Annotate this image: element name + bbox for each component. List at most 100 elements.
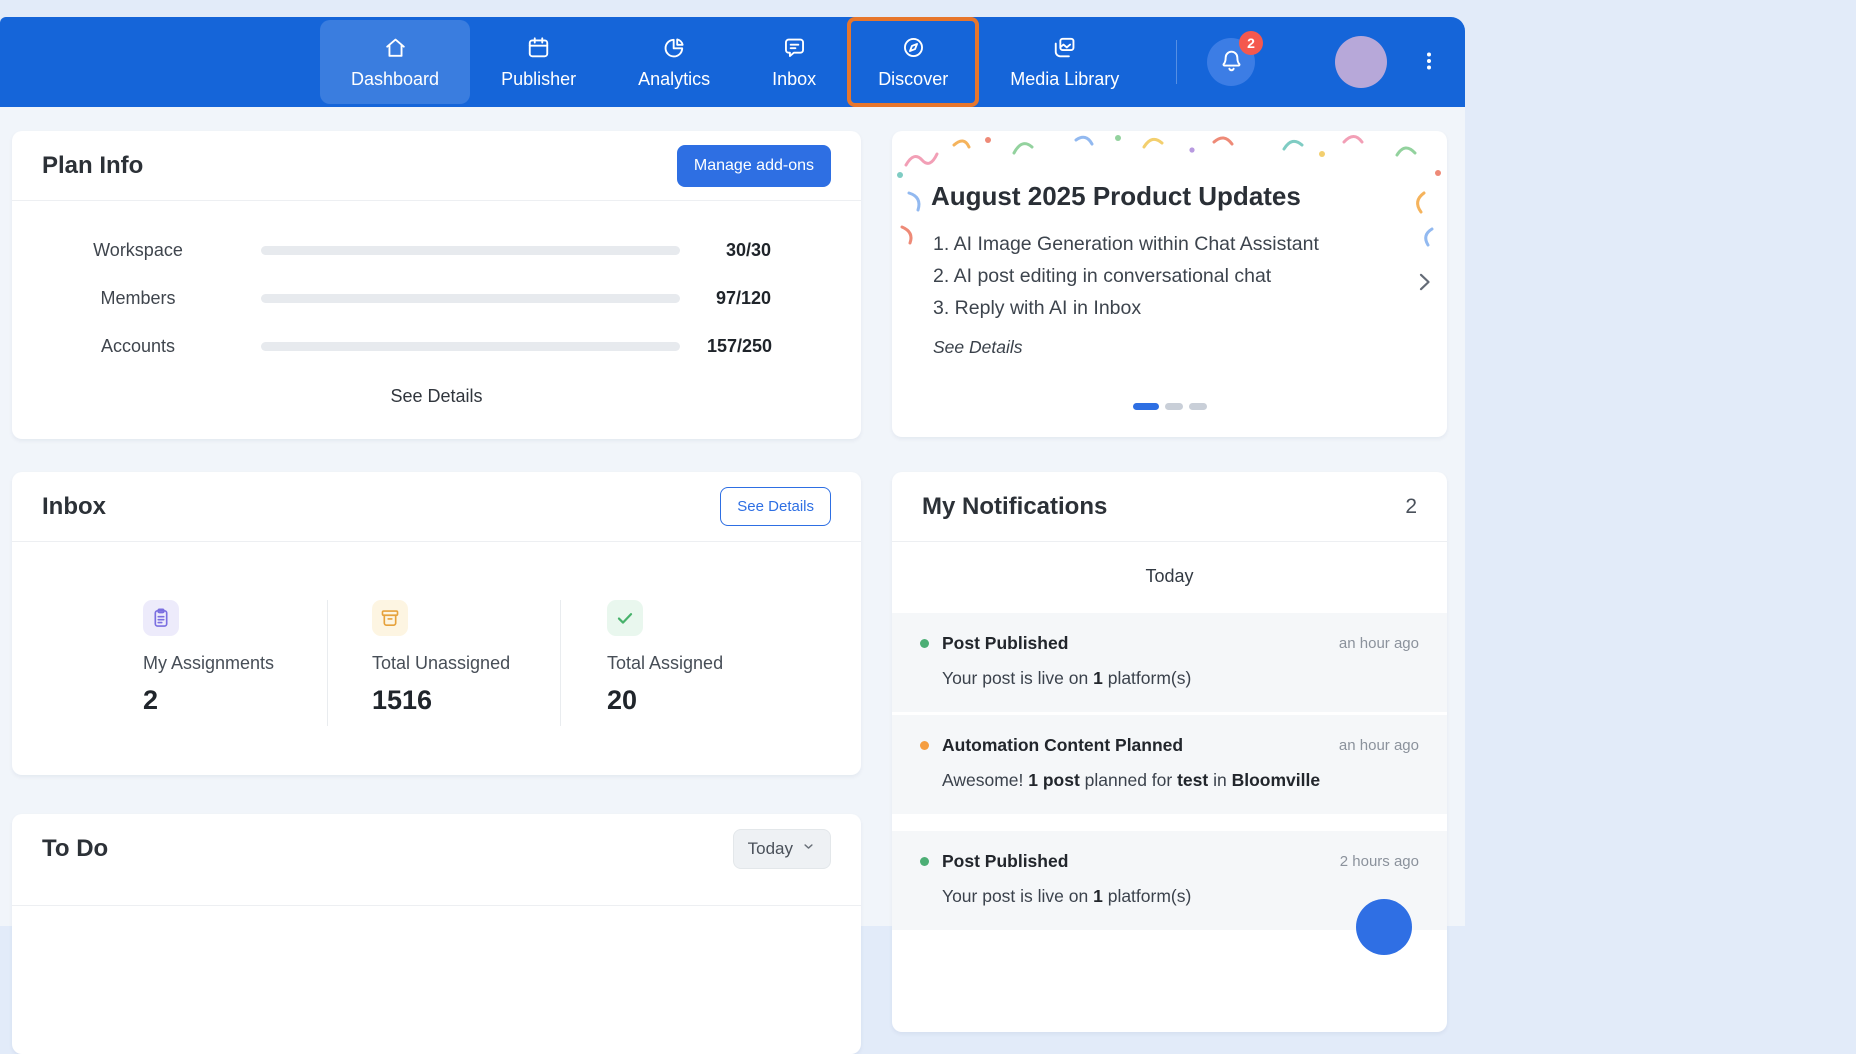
notification-item[interactable]: Post Published an hour ago Your post is li… — [892, 613, 1447, 712]
nav-item-label: Media Library — [1010, 68, 1120, 89]
usage-progress-bar — [261, 245, 680, 255]
notification-body-text: platform(s) — [1102, 886, 1192, 906]
usage-progress-bar — [261, 293, 680, 303]
carousel-next-button[interactable] — [1411, 269, 1437, 298]
plan-row-label: Workspace — [93, 239, 183, 260]
stat-value: 1516 — [372, 685, 433, 715]
carousel-dot[interactable] — [1132, 403, 1159, 410]
notification-body-text: Awesome! — [942, 770, 1029, 790]
nav-item-publisher[interactable]: Publisher — [470, 20, 607, 104]
notification-time: an hour ago — [1338, 635, 1419, 652]
navbar-right-controls: 2 — [1176, 17, 1445, 107]
inbox-stat-my-assignments: My Assignments 2 — [12, 600, 328, 726]
nav-item-analytics[interactable]: Analytics — [607, 20, 741, 104]
plan-info-card: Plan Info Manage add-ons Workspace 30/30 M… — [12, 131, 861, 439]
notifications-list: Post Published an hour ago Your post is li… — [892, 613, 1447, 930]
media-icon — [1052, 35, 1077, 60]
notification-title: Automation Content Planned — [942, 735, 1184, 755]
manage-addons-button[interactable]: Manage add-ons — [676, 144, 831, 187]
notification-body: Your post is live on 1 platform(s) — [920, 666, 1419, 690]
navbar-divider — [1176, 40, 1177, 84]
notifications-group-label: Today — [892, 542, 1447, 613]
status-dot-icon — [920, 857, 929, 866]
notifications-bell-button[interactable]: 2 — [1207, 31, 1263, 86]
inbox-stat-total-unassigned: Total Unassigned 1516 — [328, 600, 561, 726]
chevron-right-icon — [1411, 273, 1437, 298]
notification-body-text: Your post is live on — [942, 886, 1094, 906]
inbox-stat-total-assigned: Total Assigned 20 — [561, 600, 861, 726]
top-navbar: Dashboard Publisher Analytics Inbox Discover… — [0, 17, 1465, 107]
notification-title: Post Published — [942, 851, 1069, 871]
plan-info-header: Plan Info Manage add-ons — [12, 131, 861, 201]
inbox-stats: My Assignments 2 Total Unassigned 1516 Total… — [12, 542, 861, 726]
carousel-dots — [892, 403, 1447, 410]
nav-item-label: Inbox — [772, 68, 817, 89]
nav-item-inbox[interactable]: Inbox — [741, 20, 847, 104]
todo-card: To Do Today — [12, 814, 861, 1054]
inbox-chat-icon — [782, 35, 807, 60]
kebab-menu-button[interactable] — [1413, 45, 1445, 80]
user-avatar[interactable] — [1335, 36, 1387, 88]
kebab-icon — [1417, 52, 1441, 76]
plan-row-value: 30/30 — [725, 239, 771, 260]
carousel-dot[interactable] — [1188, 403, 1207, 410]
plan-row-value: 157/250 — [707, 335, 773, 356]
compass-icon — [901, 35, 926, 60]
notification-head: Automation Content Planned an hour ago — [920, 735, 1419, 756]
bell-icon — [1218, 47, 1245, 77]
todo-filter-label: Today — [747, 838, 793, 858]
inbox-header: Inbox See Details — [12, 472, 861, 542]
plan-row-value: 97/120 — [715, 287, 771, 308]
plan-info-title: Plan Info — [42, 151, 144, 179]
notification-head: Post Published an hour ago — [920, 633, 1419, 654]
status-dot-icon — [920, 741, 929, 750]
nav-item-discover[interactable]: Discover — [847, 17, 980, 107]
main-nav: Dashboard Publisher Analytics Inbox Discover… — [320, 17, 1150, 107]
nav-item-label: Discover — [878, 68, 949, 89]
chevron-down-icon — [801, 839, 816, 859]
plan-row-label: Members — [100, 287, 176, 308]
notification-body-bold: 1 — [1093, 886, 1103, 906]
check-icon — [607, 600, 643, 636]
analytics-icon — [662, 35, 687, 60]
plan-usage-row: Accounts 157/250 — [12, 322, 861, 370]
nav-item-label: Analytics — [638, 68, 711, 89]
stat-value: 2 — [143, 685, 159, 715]
notification-body-text: platform(s) — [1102, 668, 1192, 688]
inbox-card: Inbox See Details My Assignments 2 Total U… — [12, 472, 861, 775]
notification-body-bold: 1 — [1093, 668, 1103, 688]
notification-body-text: in — [1208, 770, 1232, 790]
notification-body: Awesome! 1 post planned for test in Bloo… — [920, 768, 1419, 792]
status-dot-icon — [920, 639, 929, 648]
updates-see-details-link[interactable]: See Details — [933, 337, 1023, 358]
clipboard-icon — [143, 600, 179, 636]
home-icon — [383, 35, 408, 60]
notification-badge: 2 — [1239, 31, 1263, 55]
inbox-see-details-button[interactable]: See Details — [720, 487, 831, 526]
nav-item-label: Dashboard — [351, 68, 440, 89]
stat-label: Total Unassigned — [372, 653, 511, 673]
usage-progress-bar — [261, 341, 680, 351]
nav-item-dashboard[interactable]: Dashboard — [320, 20, 471, 104]
notification-item[interactable]: Automation Content Planned an hour ago Awe… — [892, 715, 1447, 814]
notification-body-bold: Bloomville — [1231, 770, 1321, 790]
inbox-title: Inbox — [42, 492, 106, 520]
product-updates-card: August 2025 Product Updates 1. AI Image … — [892, 131, 1447, 437]
product-update-item: 2. AI post editing in conversational cha… — [933, 265, 1272, 287]
plan-row-label: Accounts — [100, 335, 176, 356]
product-updates-list: 1. AI Image Generation within Chat Assis… — [933, 228, 1402, 324]
notification-title: Post Published — [942, 633, 1069, 653]
plan-usage-rows: Workspace 30/30 Members 97/120 Accounts 157/2… — [12, 201, 861, 370]
notification-body: Your post is live on 1 platform(s) — [920, 884, 1419, 908]
plan-see-details-link[interactable]: See Details — [12, 386, 861, 407]
carousel-dot[interactable] — [1164, 403, 1183, 410]
notifications-count: 2 — [1405, 494, 1417, 518]
notification-body-bold: 1 post — [1028, 770, 1080, 790]
nav-item-media-library[interactable]: Media Library — [979, 20, 1150, 104]
notification-head: Post Published 2 hours ago — [920, 851, 1419, 872]
notifications-header: My Notifications 2 — [892, 472, 1447, 542]
todo-filter-dropdown[interactable]: Today — [732, 828, 831, 869]
notification-body-text: Your post is live on — [942, 668, 1094, 688]
product-update-item: 3. Reply with AI in Inbox — [933, 297, 1142, 319]
floating-action-button[interactable] — [1356, 899, 1412, 955]
